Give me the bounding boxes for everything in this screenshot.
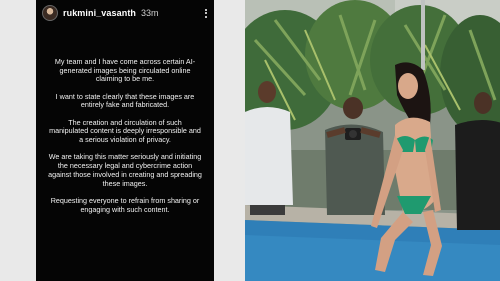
avatar[interactable] [42, 5, 58, 21]
story-paragraph: The creation and circulation of such man… [49, 117, 201, 145]
photo [245, 0, 500, 281]
story-paragraph: My team and I have come across certain A… [54, 57, 196, 84]
post-time: 33m [141, 8, 159, 18]
instagram-story: rukmini_vasanth 33m My team and I have c… [36, 0, 214, 281]
story-text: My team and I have come across certain A… [48, 57, 202, 223]
more-options-icon[interactable] [205, 8, 207, 18]
story-header: rukmini_vasanth 33m [36, 2, 214, 24]
poolside-photo-illustration [245, 0, 500, 281]
story-paragraph: Requesting everyone to refrain from shar… [50, 195, 200, 214]
story-paragraph: We are taking this matter seriously and … [48, 152, 202, 188]
username[interactable]: rukmini_vasanth [63, 8, 136, 18]
story-paragraph: I want to state clearly that these image… [55, 91, 195, 110]
